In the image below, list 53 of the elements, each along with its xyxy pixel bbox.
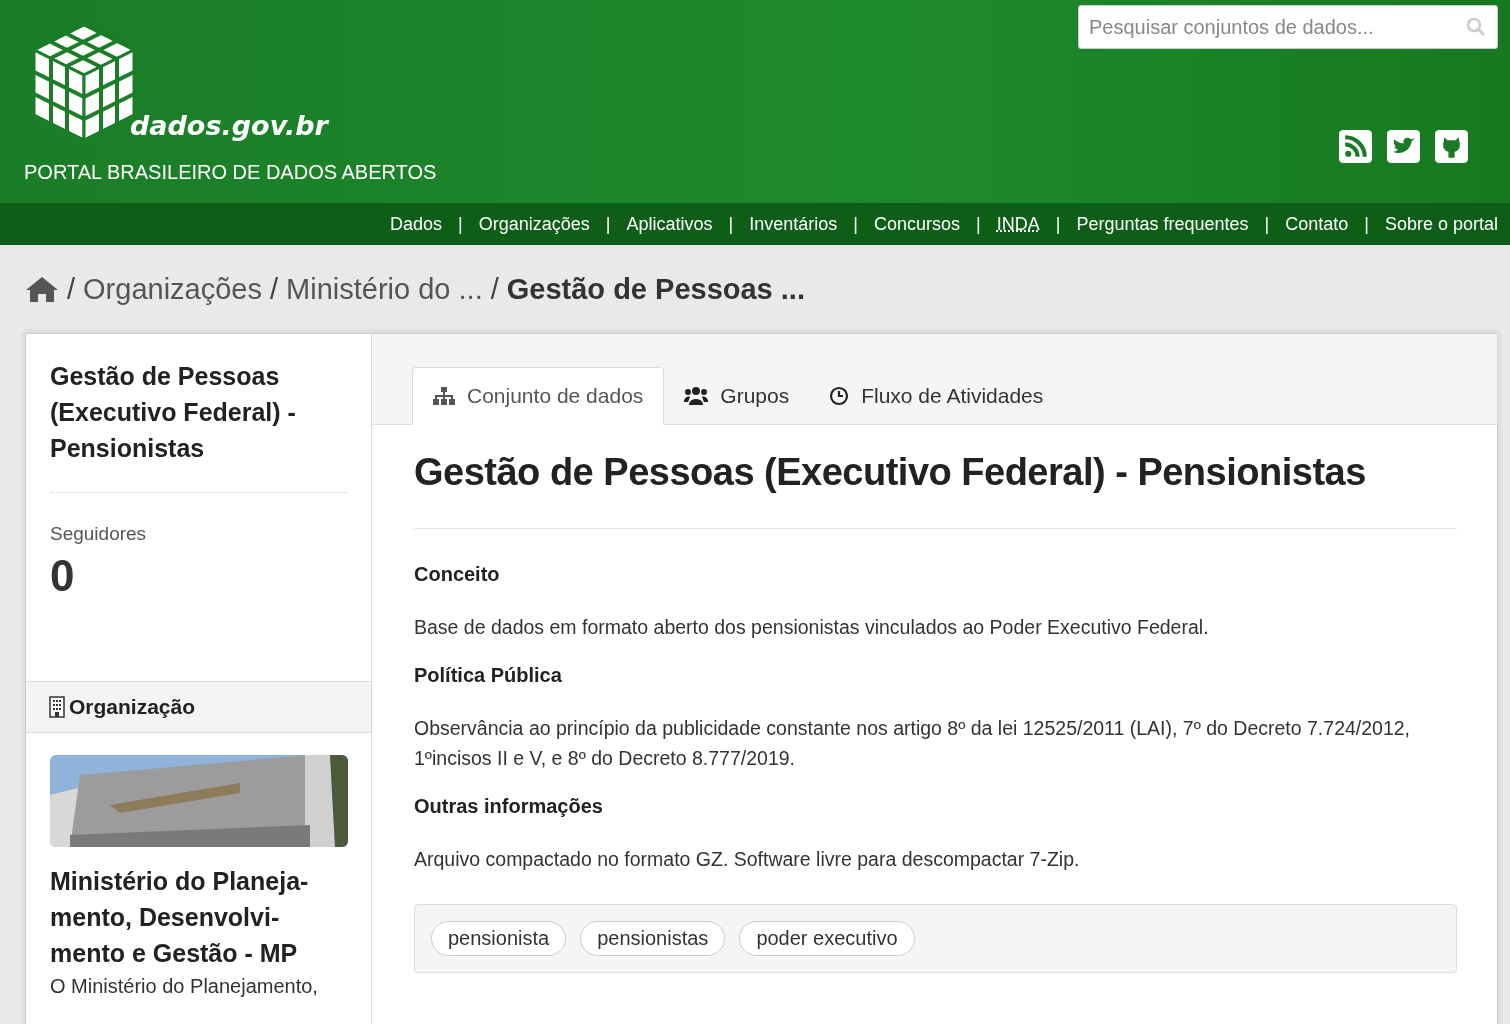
dataset-title: Gestão de Pessoas (Executivo Federal) - Pensionistas [50, 358, 347, 493]
tag[interactable]: pensionista [431, 921, 567, 956]
organization-name[interactable]: Ministério do Planeja-mento, Desenvolvi-mento e Gestão - MP [50, 863, 340, 971]
logo-text[interactable]: dados.gov.br [130, 110, 328, 141]
breadcrumb-link[interactable]: Organizações [83, 272, 262, 306]
site-tagline: PORTAL BRASILEIRO DE DADOS ABERTOS [24, 161, 437, 184]
nav-link[interactable]: INDA [996, 213, 1040, 235]
section-heading: Conceito [414, 563, 501, 586]
building-icon [49, 696, 65, 718]
followers-count: 0 [50, 551, 76, 601]
tag[interactable]: poder executivo [739, 921, 915, 956]
tab[interactable]: Conjunto de dados [412, 367, 665, 425]
breadcrumb-separator: / [490, 272, 499, 306]
breadcrumb-separator: / [270, 272, 279, 306]
cat-icon[interactable] [1435, 130, 1468, 163]
page-title: Gestão de Pessoas (Executivo Federal) - Pensionistas [414, 451, 1457, 529]
nav-separator: | [1364, 213, 1369, 235]
nav-separator: | [458, 213, 463, 235]
bird-icon[interactable] [1387, 130, 1420, 163]
search-field[interactable]: Pesquisar conjuntos de dados... [1078, 5, 1498, 49]
section-heading: Política Pública [414, 664, 563, 687]
sitemap-icon [433, 387, 455, 405]
nav-link[interactable]: Perguntas frequentes [1076, 213, 1249, 235]
tab[interactable]: Fluxo de Atividades [809, 367, 1064, 425]
section-text: Observância ao princípio da publicidade constante nos artigo 8º da lei 12525/2011 (LAI), 7º do Decreto 7.724/2012, 1ºincisos II e V, e 8º do Decreto 8.777/2019. [414, 716, 1412, 771]
nav-separator: | [853, 213, 858, 235]
organization-description: O Ministério do Planejamento, [50, 975, 319, 998]
section-text: Base de dados em formato aberto dos pensionistas vinculados ao Poder Executivo Federal. [414, 615, 1210, 640]
section-heading: Organização [69, 695, 196, 719]
tag[interactable]: pensionistas [580, 921, 726, 956]
breadcrumb-link[interactable]: Gestão de Pessoas ... [506, 272, 805, 306]
home-icon[interactable] [25, 275, 59, 303]
followers-label: Seguidores [50, 523, 148, 545]
nav-link[interactable]: Concursos [873, 213, 960, 235]
nav-separator: | [605, 213, 611, 235]
tab[interactable]: Grupos [664, 367, 810, 425]
users-icon [684, 386, 709, 406]
breadcrumb-link[interactable]: Ministério do ... [286, 272, 483, 306]
nav-link[interactable]: Dados [390, 213, 442, 235]
nav-separator: | [976, 213, 981, 235]
nav-link[interactable]: Contato [1285, 213, 1349, 235]
section-text: Arquivo compactado no formato GZ. Software livre para descompactar 7-Zip. [414, 847, 1081, 872]
nav-link[interactable]: Sobre o portal [1384, 213, 1498, 235]
nav-separator: | [728, 213, 734, 235]
nav-separator: | [1264, 213, 1270, 235]
section-heading: Outras informações [414, 795, 604, 818]
rss-icon[interactable] [1339, 130, 1372, 163]
breadcrumb-separator: / [67, 272, 76, 306]
nav-link[interactable]: Organizações [478, 213, 590, 235]
clock-icon [829, 386, 850, 406]
nav-link[interactable]: Inventários [749, 213, 838, 235]
nav-link[interactable]: Aplicativos [626, 213, 713, 235]
nav-separator: | [1055, 213, 1061, 235]
